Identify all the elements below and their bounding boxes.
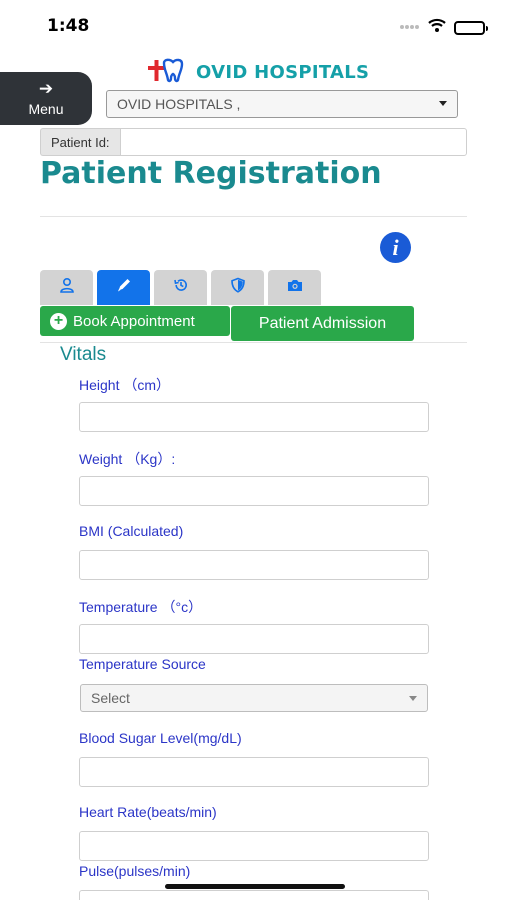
tab-personal[interactable] [40,270,93,305]
page-title: Patient Registration [40,156,382,191]
arrow-right-icon: ➔ [38,79,54,98]
pulse-input[interactable] [79,890,429,900]
heart-rate-label: Heart Rate(beats/min) [79,804,217,820]
logo-text: OVID HOSPITALS [196,61,370,83]
caret-down-icon [439,101,447,106]
blood-sugar-input[interactable] [79,757,429,787]
temperature-source-select[interactable]: Select [80,684,428,712]
tab-vitals[interactable] [97,270,150,305]
patient-id-input[interactable] [119,128,467,156]
patient-admission-label: Patient Admission [258,314,387,332]
weight-label: Weight （Kg）: [79,451,176,467]
menu-button[interactable]: ➔ Menu [0,72,92,125]
cellular-signal-icon [400,19,420,37]
book-appointment-label: Book Appointment [73,312,195,330]
info-icon[interactable]: i [380,232,411,263]
divider [40,216,467,217]
caret-down-icon [409,696,417,701]
status-icons [400,18,488,37]
hospital-select[interactable]: OVID HOSPITALS , [106,90,458,118]
height-label: Height （cm） [79,377,171,393]
book-appointment-button[interactable]: + Book Appointment [40,306,230,336]
vitals-section-title: Vitals [60,344,107,365]
height-input[interactable] [79,402,429,432]
divider [40,342,467,343]
temperature-source-label: Temperature Source [79,656,206,672]
blood-sugar-label: Blood Sugar Level(mg/dL) [79,730,242,746]
registration-tabs [40,270,321,305]
tab-insurance[interactable] [211,270,264,305]
plus-circle-icon: + [50,312,67,330]
tab-history[interactable] [154,270,207,305]
status-bar: 1:48 [0,0,507,52]
patient-admission-button[interactable]: Patient Admission [231,306,414,341]
temperature-input[interactable] [79,624,429,654]
hospital-select-value: OVID HOSPITALS , [117,96,241,112]
temperature-label: Temperature （°c） [79,599,203,615]
history-icon [173,277,189,298]
weight-input[interactable] [79,476,429,506]
bmi-input[interactable] [79,550,429,580]
home-indicator[interactable] [165,884,345,889]
battery-icon [454,20,488,35]
patient-id-label: Patient Id: [40,128,120,156]
camera-icon [287,278,303,297]
hospital-logo: OVID HOSPITALS [146,58,369,86]
tab-photo[interactable] [268,270,321,305]
pulse-label: Pulse(pulses/min) [79,863,191,879]
temperature-source-value: Select [91,690,130,706]
heart-rate-input[interactable] [79,831,429,861]
shield-icon [230,277,246,298]
menu-label: Menu [28,101,64,117]
patient-id-group: Patient Id: [40,128,467,156]
status-time: 1:48 [47,16,90,36]
wifi-icon [428,18,446,37]
pencil-icon [116,277,132,298]
person-icon [59,277,75,298]
bmi-label: BMI (Calculated) [79,523,184,539]
tooth-cross-logo-icon [146,57,186,88]
